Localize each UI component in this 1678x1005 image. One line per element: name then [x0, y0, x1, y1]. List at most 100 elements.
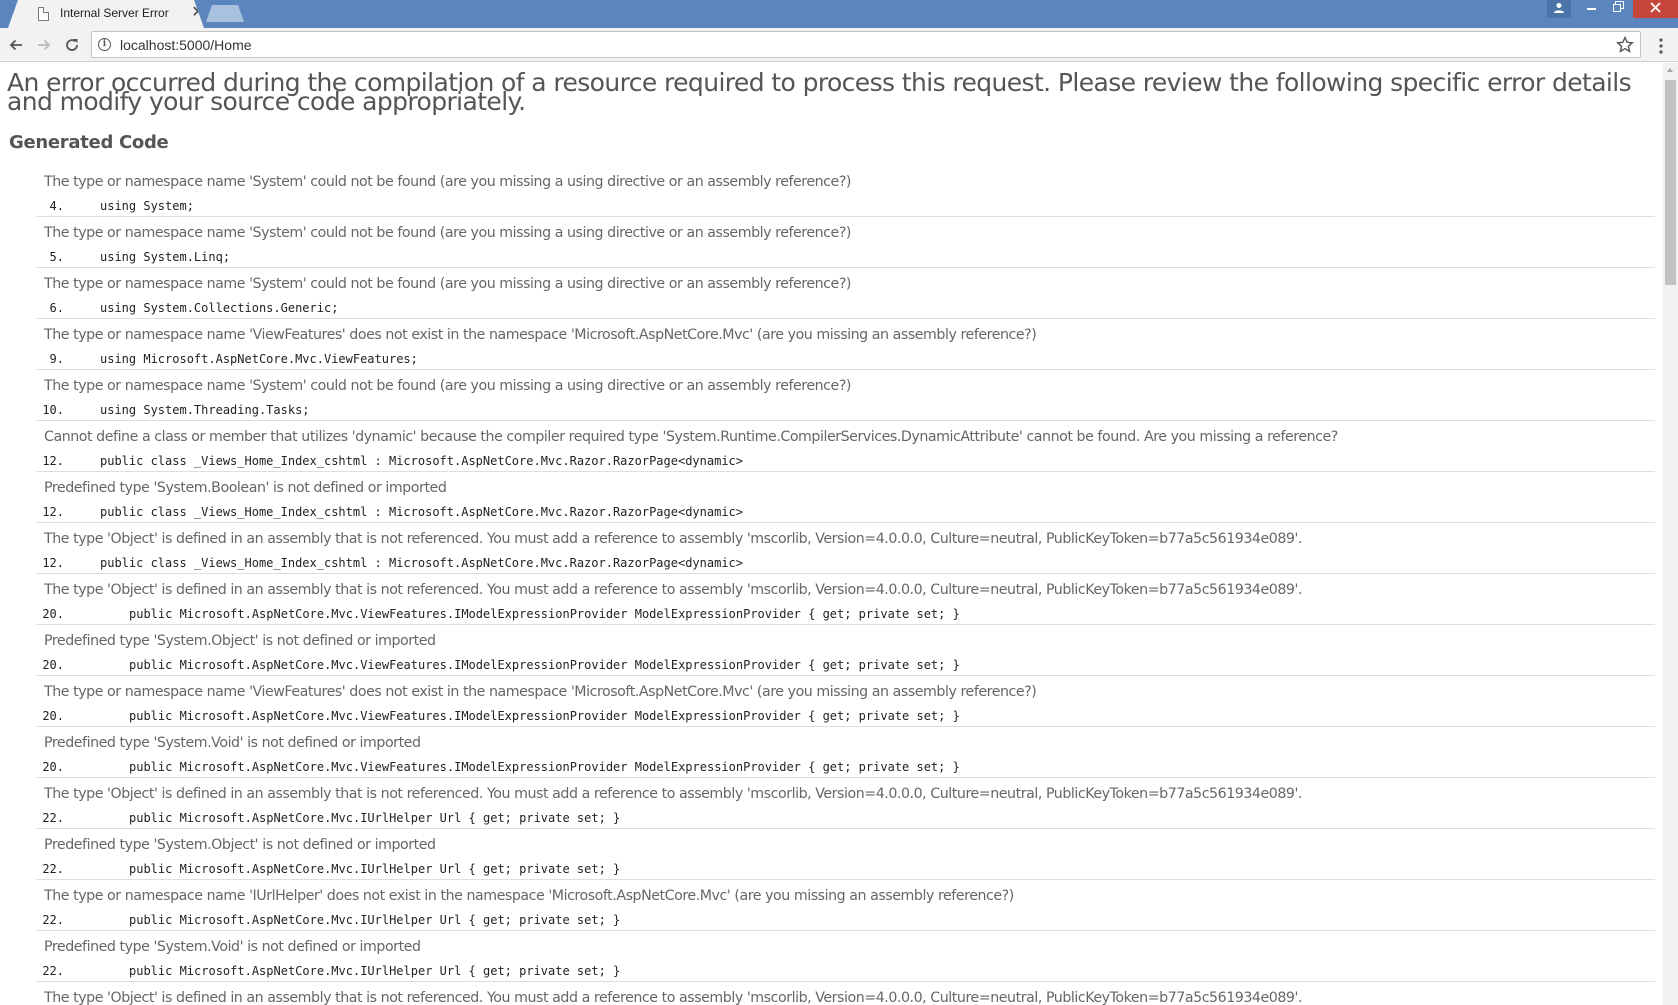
address-bar[interactable]: i localhost:5000/Home — [91, 31, 1641, 58]
page-content: An error occurred during the compilation… — [0, 63, 1663, 1005]
code-text: using System.Linq; — [100, 250, 231, 264]
error-message: The type or namespace name 'System' coul… — [44, 276, 851, 292]
code-line: 12. public class _Views_Home_Index_cshtml… — [36, 454, 743, 468]
error-message: The type or namespace name 'IUrlHelper' … — [44, 888, 1014, 904]
vertical-scrollbar[interactable] — [1663, 63, 1678, 1005]
tab-close-icon[interactable]: ✕ — [190, 4, 204, 22]
browser-tab[interactable]: Internal Server Error ✕ — [8, 0, 204, 28]
restore-icon — [1612, 1, 1624, 12]
error-list: The type or namespace name 'System' coul… — [36, 166, 1655, 1005]
line-number: 5. — [49, 250, 64, 264]
browser-titlebar: Internal Server Error ✕ — [0, 0, 1678, 28]
url-text[interactable]: localhost:5000/Home — [120, 37, 252, 53]
minimize-icon — [1587, 8, 1596, 10]
info-icon[interactable]: i — [98, 38, 111, 51]
error-item: The type 'Object' is defined in an assem… — [36, 574, 1655, 625]
line-number: 20. — [42, 760, 64, 774]
reload-button[interactable] — [61, 34, 83, 56]
new-tab-button[interactable] — [206, 5, 244, 22]
line-number: 22. — [42, 811, 64, 825]
browser-toolbar: i localhost:5000/Home — [0, 28, 1678, 62]
forward-arrow-icon — [38, 39, 51, 51]
error-message: Predefined type 'System.Boolean' is not … — [44, 480, 447, 496]
code-line: 22. public Microsoft.AspNetCore.Mvc.IUrlH… — [36, 811, 620, 825]
error-message: Predefined type 'System.Object' is not d… — [44, 837, 436, 853]
error-message: The type or namespace name 'System' coul… — [44, 378, 851, 394]
code-line: 20. public Microsoft.AspNetCore.Mvc.ViewF… — [36, 709, 960, 723]
code-text: using System; — [100, 199, 194, 213]
scroll-thumb[interactable] — [1665, 80, 1676, 285]
error-item: Predefined type 'System.Void' is not def… — [36, 727, 1655, 778]
close-icon — [1650, 2, 1661, 13]
back-arrow-icon — [9, 39, 22, 51]
error-item: Predefined type 'System.Object' is not d… — [36, 829, 1655, 880]
error-message: The type 'Object' is defined in an assem… — [44, 786, 1303, 802]
back-button[interactable] — [5, 34, 27, 56]
error-item: The type or namespace name 'System' coul… — [36, 268, 1655, 319]
code-text: public Microsoft.AspNetCore.Mvc.IUrlHelp… — [129, 964, 621, 978]
code-line: 20. public Microsoft.AspNetCore.Mvc.ViewF… — [36, 658, 960, 672]
error-item: Predefined type 'System.Object' is not d… — [36, 625, 1655, 676]
line-number: 10. — [42, 403, 64, 417]
code-line: 5. using System.Linq; — [36, 250, 231, 264]
reload-icon — [66, 39, 78, 51]
code-text: public Microsoft.AspNetCore.Mvc.IUrlHelp… — [129, 862, 621, 876]
code-line: 4. using System; — [36, 199, 194, 213]
code-text: using System.Threading.Tasks; — [100, 403, 310, 417]
line-number: 6. — [49, 301, 64, 315]
line-number: 22. — [42, 964, 64, 978]
more-vert-icon — [1659, 38, 1663, 54]
error-message: The type or namespace name 'ViewFeatures… — [44, 327, 1037, 343]
code-line: 9. using Microsoft.AspNetCore.Mvc.ViewFea… — [36, 352, 418, 366]
scroll-up-arrow-icon[interactable] — [1663, 63, 1678, 78]
page-icon — [38, 7, 49, 21]
error-item: Predefined type 'System.Boolean' is not … — [36, 472, 1655, 523]
code-line: 22. public Microsoft.AspNetCore.Mvc.IUrlH… — [36, 913, 620, 927]
code-line: 10. using System.Threading.Tasks; — [36, 403, 310, 417]
code-line: 22. public Microsoft.AspNetCore.Mvc.IUrlH… — [36, 964, 620, 978]
code-line: 6. using System.Collections.Generic; — [36, 301, 339, 315]
error-item: The type or namespace name 'ViewFeatures… — [36, 319, 1655, 370]
line-number: 4. — [49, 199, 64, 213]
code-text: public class _Views_Home_Index_cshtml : … — [100, 454, 743, 468]
code-text: public Microsoft.AspNetCore.Mvc.ViewFeat… — [129, 709, 960, 723]
error-item: The type or namespace name 'ViewFeatures… — [36, 676, 1655, 727]
line-number: 20. — [42, 607, 64, 621]
code-text: public Microsoft.AspNetCore.Mvc.ViewFeat… — [129, 658, 960, 672]
chrome-menu-button[interactable] — [1652, 36, 1670, 56]
code-text: public class _Views_Home_Index_cshtml : … — [100, 505, 743, 519]
error-message: The type 'Object' is defined in an assem… — [44, 531, 1303, 547]
code-text: using System.Collections.Generic; — [100, 301, 339, 315]
minimize-button[interactable] — [1579, 0, 1605, 18]
error-item: The type 'Object' is defined in an assem… — [36, 523, 1655, 574]
code-line: 12. public class _Views_Home_Index_cshtml… — [36, 505, 743, 519]
error-item: The type 'Object' is defined in an assem… — [36, 778, 1655, 829]
bookmark-star-icon[interactable] — [1615, 35, 1635, 55]
error-item: The type or namespace name 'IUrlHelper' … — [36, 880, 1655, 931]
error-message: The type or namespace name 'System' coul… — [44, 225, 851, 241]
error-message: Predefined type 'System.Void' is not def… — [44, 735, 421, 751]
line-number: 9. — [49, 352, 64, 366]
error-message: The type 'Object' is defined in an assem… — [44, 990, 1303, 1005]
line-number: 20. — [42, 709, 64, 723]
error-item: The type or namespace name 'System' coul… — [36, 166, 1655, 217]
error-item: The type or namespace name 'System' coul… — [36, 217, 1655, 268]
error-message: The type or namespace name 'ViewFeatures… — [44, 684, 1037, 700]
error-item: Cannot define a class or member that uti… — [36, 421, 1655, 472]
code-text: public class _Views_Home_Index_cshtml : … — [100, 556, 743, 570]
restore-button[interactable] — [1605, 0, 1631, 18]
code-text: using Microsoft.AspNetCore.Mvc.ViewFeatu… — [100, 352, 418, 366]
line-number: 12. — [42, 505, 64, 519]
window-close-button[interactable] — [1633, 0, 1678, 18]
error-item: Predefined type 'System.Void' is not def… — [36, 931, 1655, 982]
forward-button[interactable] — [33, 34, 55, 56]
code-text: public Microsoft.AspNetCore.Mvc.ViewFeat… — [129, 607, 960, 621]
code-line: 22. public Microsoft.AspNetCore.Mvc.IUrlH… — [36, 862, 620, 876]
profile-button[interactable] — [1547, 0, 1571, 18]
error-message: The type or namespace name 'System' coul… — [44, 174, 851, 190]
error-message: The type 'Object' is defined in an assem… — [44, 582, 1303, 598]
line-number: 22. — [42, 913, 64, 927]
error-message: Predefined type 'System.Object' is not d… — [44, 633, 436, 649]
error-headline: An error occurred during the compilation… — [7, 68, 1632, 116]
code-line: 20. public Microsoft.AspNetCore.Mvc.ViewF… — [36, 760, 960, 774]
